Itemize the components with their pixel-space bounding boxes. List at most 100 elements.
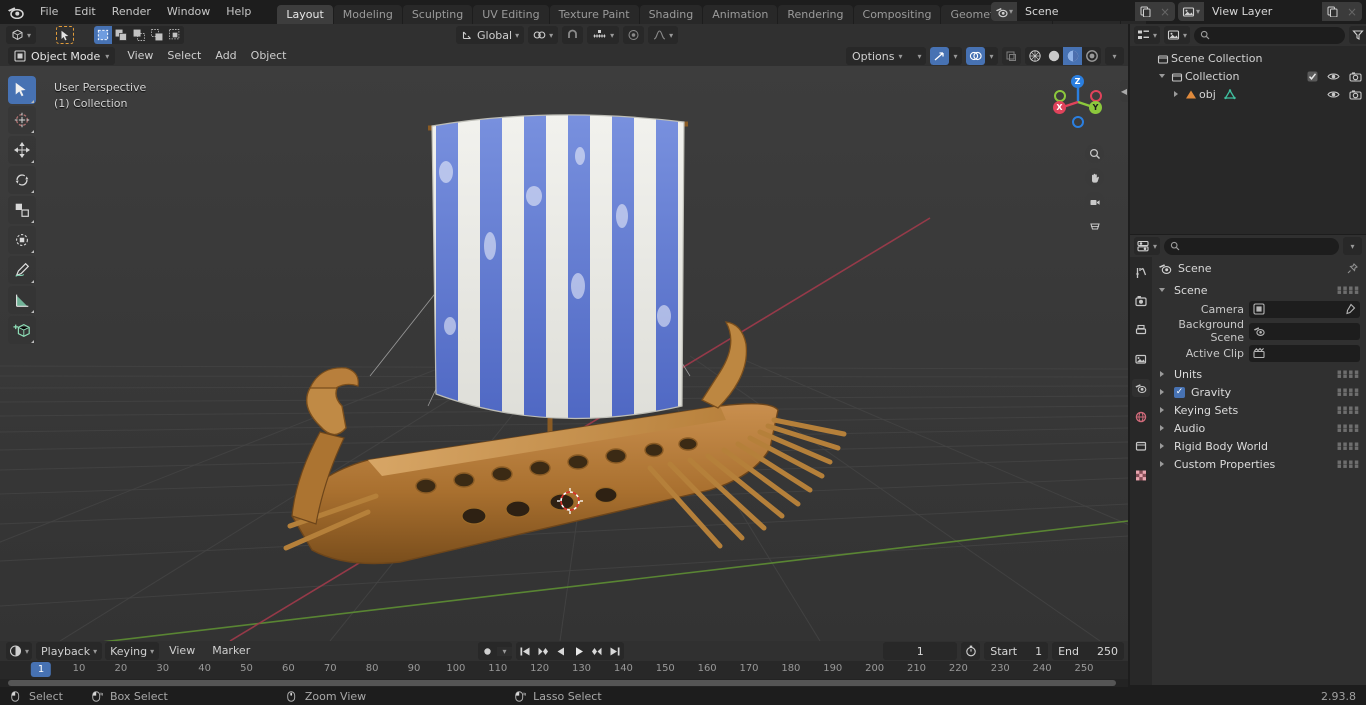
select-box-icon[interactable] (94, 26, 113, 44)
panel-checkbox[interactable]: ✓ (1174, 386, 1185, 398)
workspace-tab-shading[interactable]: Shading (639, 5, 703, 24)
object-mode-dropdown[interactable]: Object Mode ▾ (8, 47, 116, 65)
playhead[interactable]: 1 (30, 662, 52, 677)
overlays-group[interactable]: ▾ (966, 47, 998, 65)
outliner-id-type-icon[interactable]: ▾ (1164, 26, 1191, 44)
tool-tab[interactable] (1132, 263, 1150, 281)
chevron-down-icon[interactable]: ▾ (913, 52, 926, 61)
eyedropper-icon[interactable] (1344, 303, 1356, 315)
viking-longship-model[interactable] (250, 76, 1010, 596)
panel-disclosure-icon[interactable] (1156, 371, 1168, 377)
visibility-eye-icon[interactable] (1327, 89, 1340, 100)
prop-field-background-scene[interactable] (1249, 322, 1360, 340)
workspace-tab-animation[interactable]: Animation (703, 5, 778, 24)
render-tab[interactable] (1132, 292, 1150, 310)
shading-rendered-icon[interactable] (1082, 47, 1101, 65)
workspace-tab-sculpting[interactable]: Sculpting (402, 5, 473, 24)
ortho-persp-icon[interactable] (1085, 216, 1104, 235)
auto-keyframe-record-icon[interactable] (478, 642, 497, 660)
jump-to-start-icon[interactable] (516, 642, 534, 660)
gizmo-axis-z[interactable]: Z (1071, 75, 1084, 88)
view-layer-tab[interactable] (1132, 350, 1150, 368)
measure-tool[interactable] (8, 286, 36, 314)
properties-search-input[interactable] (1164, 237, 1339, 255)
menu-help[interactable]: Help (218, 3, 259, 21)
chevron-down-icon[interactable]: ▾ (1343, 237, 1362, 255)
select-extend-icon[interactable] (112, 26, 131, 44)
blender-logo-icon[interactable] (4, 1, 26, 23)
shading-material-icon[interactable] (1063, 47, 1082, 65)
timeline-scrollbar-thumb[interactable] (8, 680, 1116, 686)
3d-viewport[interactable]: User Perspective (1) Collection Z X Y ◀ (0, 66, 1128, 641)
mesh-data-icon[interactable] (1224, 88, 1236, 100)
visibility-eye-icon[interactable] (1327, 71, 1340, 82)
viewport-menu-object[interactable]: Object (244, 47, 294, 65)
properties-search-field[interactable] (1184, 240, 1333, 252)
scene-selector[interactable]: ▾ Scene × (991, 2, 1175, 21)
panel-header-scene[interactable]: Scene ▪▪▪▪ ▪▪▪▪ (1152, 281, 1366, 299)
outliner-row-obj[interactable]: obj (1130, 85, 1366, 103)
properties-editor-icon[interactable]: ▾ (1134, 237, 1161, 255)
panel-header-gravity[interactable]: ✓ Gravity ▪▪▪▪ ▪▪▪▪ (1152, 383, 1366, 401)
cursor-tool[interactable] (8, 106, 36, 134)
menu-file[interactable]: File (32, 3, 66, 21)
panel-header-audio[interactable]: Audio ▪▪▪▪ ▪▪▪▪ (1152, 419, 1366, 437)
disclosure-triangle-icon[interactable] (1170, 91, 1182, 97)
sidebar-toggle-arrow-icon[interactable]: ◀ (1120, 80, 1128, 102)
select-intersect-icon[interactable] (166, 26, 185, 44)
outliner-row-scene-collection[interactable]: Scene Collection (1130, 49, 1366, 67)
workspace-tab-rendering[interactable]: Rendering (778, 5, 853, 24)
scale-tool[interactable] (8, 196, 36, 224)
options-dropdown[interactable]: Options ▾ (846, 47, 908, 65)
pan-hand-icon[interactable] (1085, 168, 1104, 187)
view-layer-icon[interactable]: ▾ (1178, 2, 1204, 21)
timeline-menu-playback[interactable]: Playback ▾ (36, 642, 103, 660)
workspace-tab-modeling[interactable]: Modeling (333, 5, 402, 24)
pin-icon[interactable] (1347, 262, 1358, 274)
chevron-down-icon[interactable]: ▾ (985, 52, 998, 61)
remove-view-layer-button[interactable]: × (1342, 2, 1362, 21)
viewport-menu-view[interactable]: View (120, 47, 160, 65)
editor-type-3dview-icon[interactable]: ▾ (6, 26, 37, 44)
zoom-icon[interactable] (1085, 144, 1104, 163)
panel-disclosure-icon[interactable] (1156, 425, 1168, 431)
panel-disclosure-icon[interactable] (1156, 389, 1168, 395)
viewport-shading-group[interactable] (1025, 47, 1101, 65)
rotate-tool[interactable] (8, 166, 36, 194)
frame-range-start[interactable]: Start 1 (984, 642, 1049, 660)
outliner-search-input[interactable] (1194, 26, 1346, 44)
select-invert-icon[interactable] (148, 26, 167, 44)
panel-header-units[interactable]: Units ▪▪▪▪ ▪▪▪▪ (1152, 365, 1366, 383)
panel-disclosure-icon[interactable] (1156, 443, 1168, 449)
navigation-gizmo[interactable]: Z X Y (1046, 70, 1110, 134)
chevron-down-icon[interactable]: ▾ (497, 646, 512, 656)
proportional-edit-icon[interactable] (623, 26, 645, 44)
object-tab[interactable] (1132, 437, 1150, 455)
chevron-down-icon[interactable]: ▾ (949, 52, 962, 61)
move-tool[interactable] (8, 136, 36, 164)
current-frame-field[interactable]: 1 (883, 642, 958, 660)
prop-field-active-clip[interactable] (1249, 344, 1360, 362)
jump-to-end-icon[interactable] (606, 642, 624, 660)
use-preview-range-icon[interactable] (961, 642, 981, 660)
workspace-tab-compositing[interactable]: Compositing (853, 5, 941, 24)
timeline-menu-view[interactable]: View (162, 642, 202, 660)
render-camera-icon[interactable] (1349, 89, 1362, 100)
jump-prev-keyframe-icon[interactable] (534, 642, 552, 660)
texture-tab[interactable] (1132, 466, 1150, 484)
timeline-editor-icon[interactable]: ▾ (6, 642, 33, 660)
workspace-tab-uv-editing[interactable]: UV Editing (473, 5, 549, 24)
auto-keyframe-group[interactable]: ▾ (478, 642, 512, 660)
toggle-xray-icon[interactable] (1002, 47, 1021, 65)
panel-header-custom-properties[interactable]: Custom Properties ▪▪▪▪ ▪▪▪▪ (1152, 455, 1366, 473)
add-cube-tool[interactable] (8, 316, 36, 344)
pivot-point-dropdown[interactable]: ▾ (528, 26, 559, 44)
scene-tab[interactable] (1132, 379, 1150, 397)
playback-buttons[interactable] (516, 642, 624, 660)
outliner-search-field[interactable] (1214, 29, 1340, 41)
menu-edit[interactable]: Edit (66, 3, 103, 21)
shading-wireframe-icon[interactable] (1025, 47, 1044, 65)
new-view-layer-icon[interactable] (1322, 2, 1342, 21)
disclosure-triangle-icon[interactable] (1156, 74, 1168, 78)
proportional-falloff-dropdown[interactable]: ▾ (648, 26, 679, 44)
